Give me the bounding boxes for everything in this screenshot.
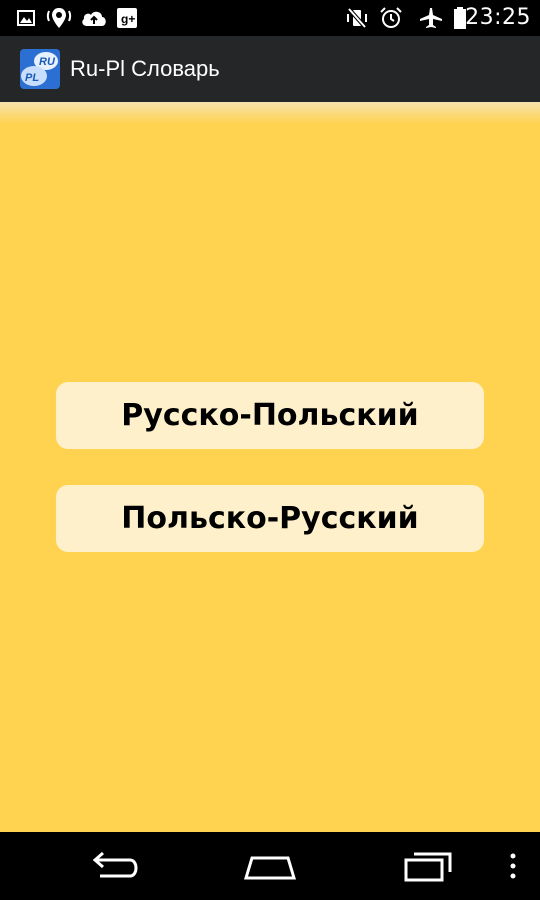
recent-apps-icon[interactable] [402, 848, 456, 884]
app-icon-text-pl: PL [25, 72, 39, 84]
back-icon[interactable] [86, 848, 140, 884]
app-title: Ru-Pl Словарь [70, 56, 220, 81]
app-icon-text-ru: RU [39, 56, 56, 68]
svg-text:g+: g+ [121, 12, 135, 26]
navigation-bar [0, 832, 540, 900]
main-content: Русско-Польский Польско-Русский [0, 102, 540, 832]
google-plus-icon: g+ [117, 8, 137, 28]
russian-polish-button[interactable]: Русско-Польский [56, 382, 484, 449]
status-time: 23:25 [465, 5, 531, 30]
vibrate-off-icon [347, 7, 367, 29]
app-icon[interactable]: RU PL [20, 49, 60, 89]
cloud-upload-icon [82, 11, 106, 26]
menu-icon[interactable] [506, 848, 520, 884]
airplane-mode-icon [420, 8, 442, 28]
location-icon [46, 8, 72, 28]
polish-russian-button[interactable]: Польско-Русский [56, 485, 484, 552]
alarm-icon [380, 7, 402, 28]
gallery-icon [17, 10, 35, 26]
action-bar: RU PL Ru-Pl Словарь [0, 36, 540, 102]
home-icon[interactable] [242, 848, 298, 884]
status-bar: g+ 23:25 [0, 0, 540, 36]
